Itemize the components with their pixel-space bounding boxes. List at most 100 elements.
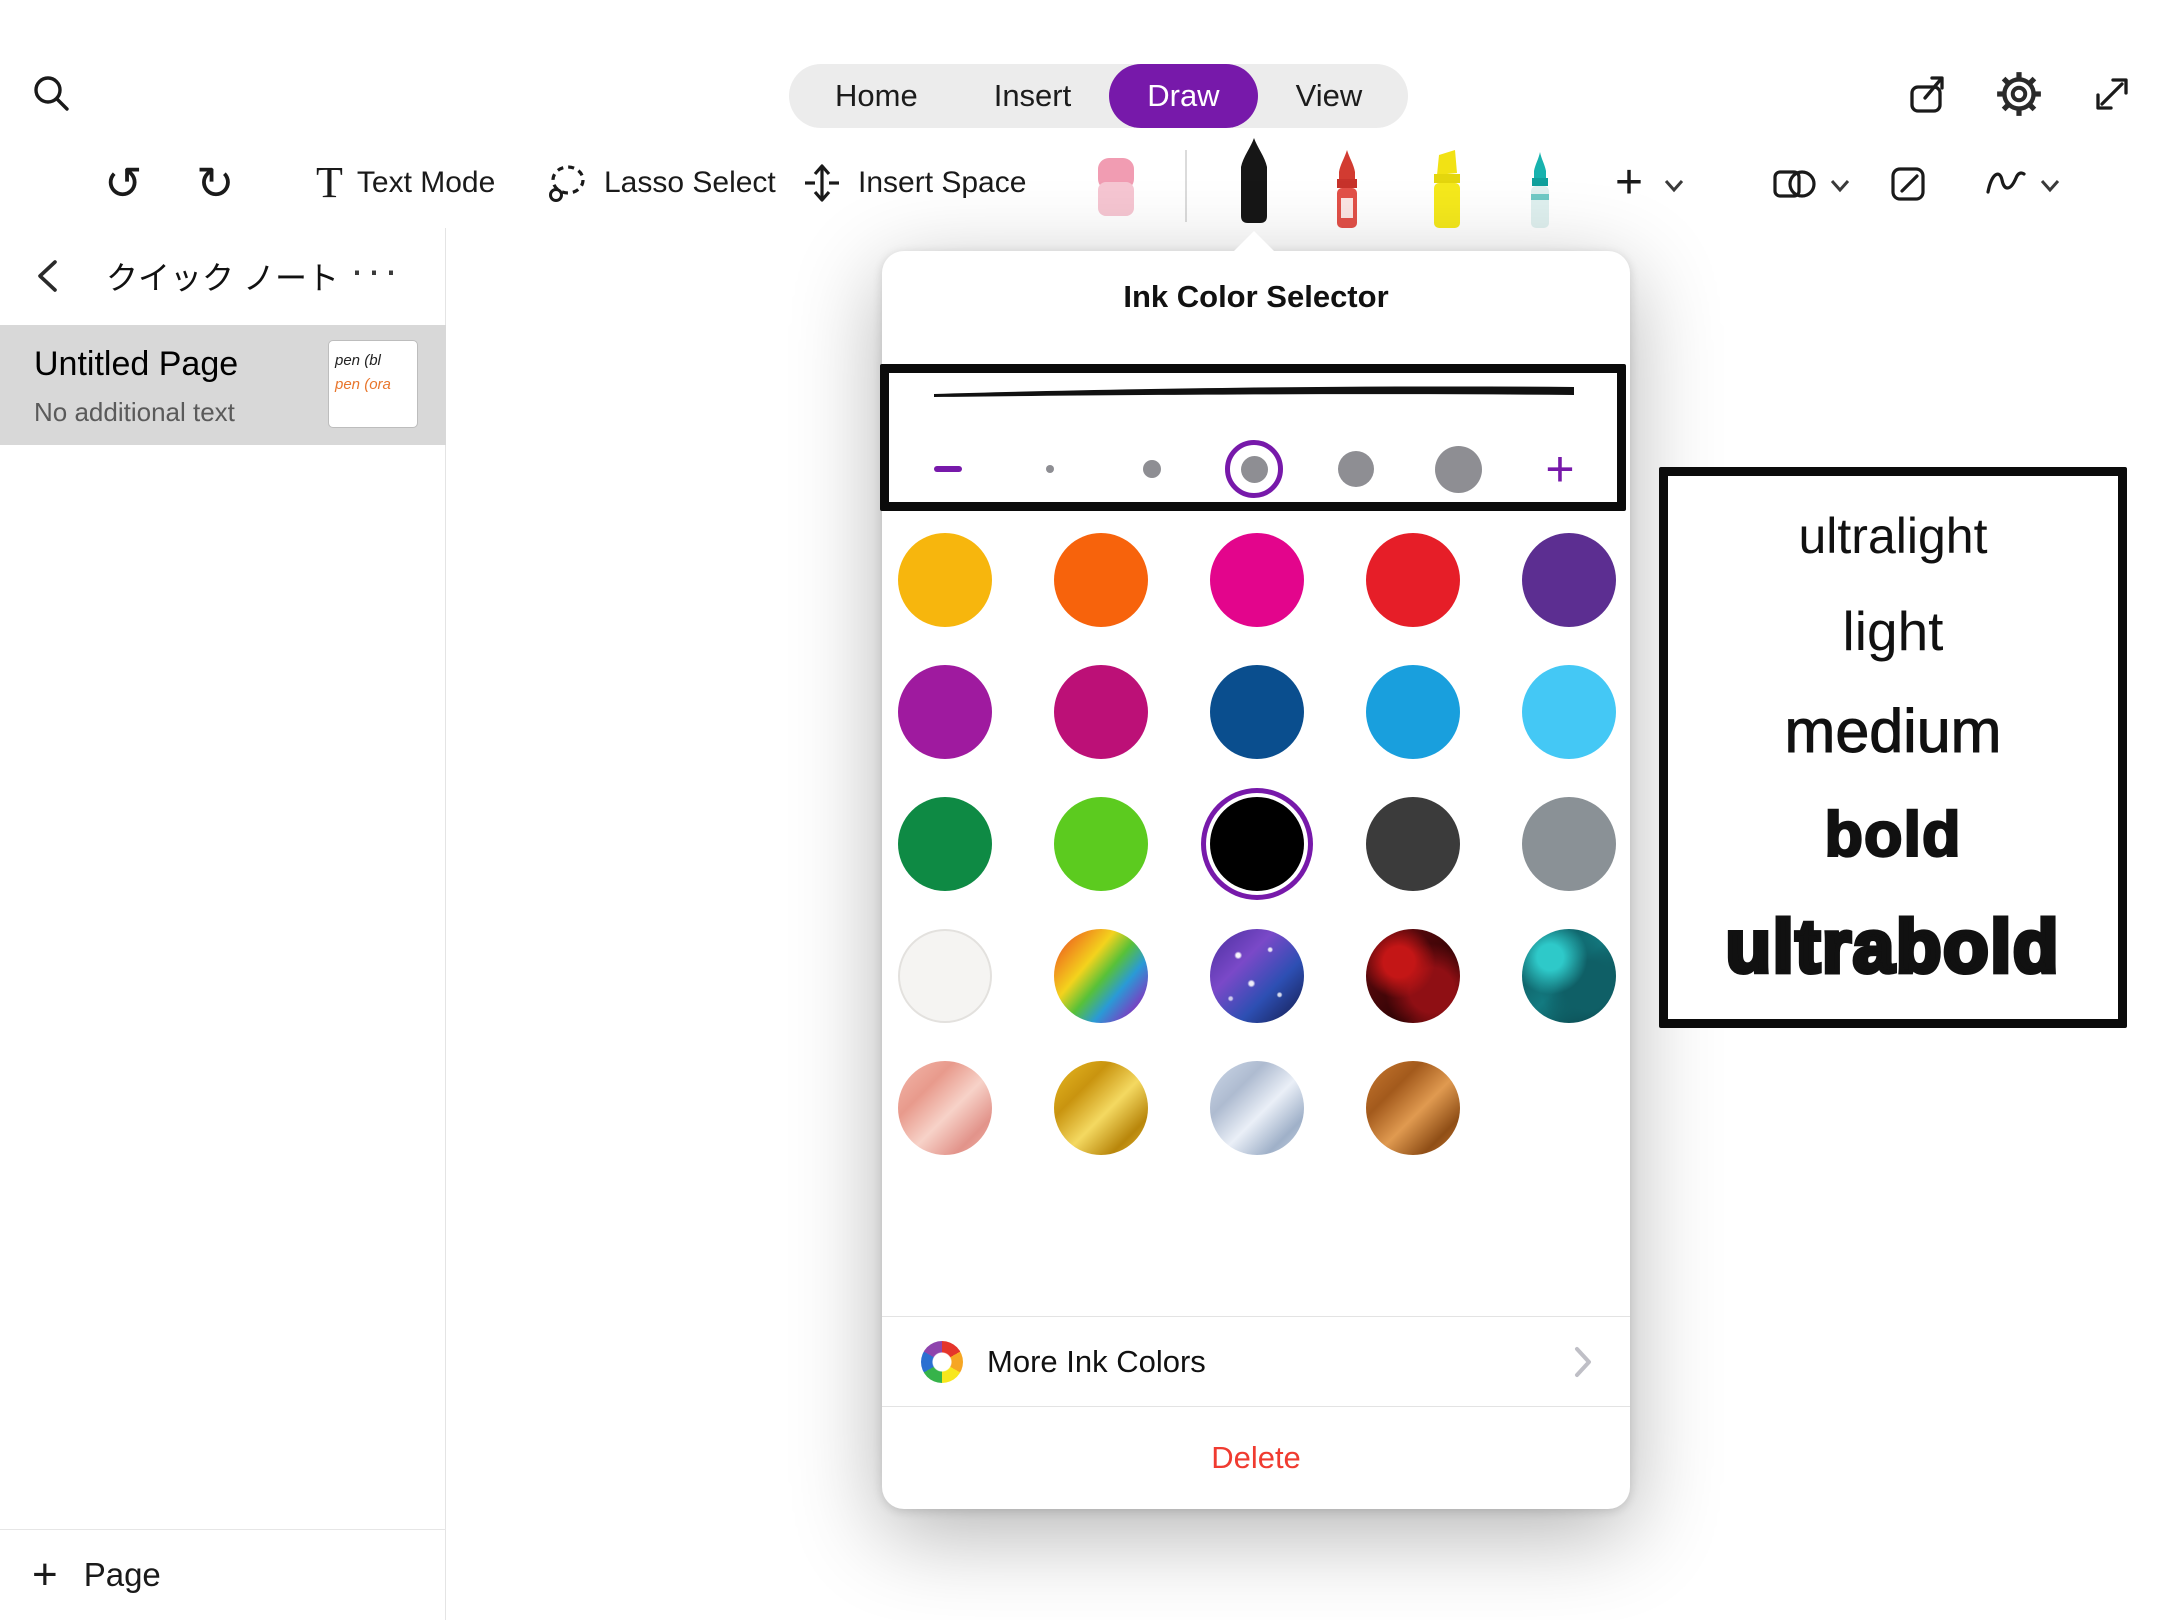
color-swatch-red[interactable] [1366, 533, 1460, 627]
page-list-item[interactable]: Untitled Page No additional text pen (bl… [0, 325, 446, 445]
size-dot-circle [1338, 451, 1374, 487]
color-swatch-rainbow-glitter[interactable] [1054, 929, 1148, 1023]
popover-title: Ink Color Selector [882, 279, 1630, 315]
size-dot-3[interactable] [1326, 439, 1386, 499]
eraser-tool[interactable] [1088, 152, 1144, 236]
color-swatch-plum[interactable] [898, 665, 992, 759]
insert-space-button[interactable]: Insert Space [800, 156, 1026, 210]
size-dot-circle [1143, 460, 1161, 478]
size-dot-1[interactable] [1122, 439, 1182, 499]
black-pen-tool[interactable] [1226, 136, 1282, 220]
more-ink-colors-row[interactable]: More Ink Colors [882, 1316, 1630, 1407]
size-dot-4[interactable] [1428, 439, 1488, 499]
tab-draw[interactable]: Draw [1109, 64, 1257, 128]
redo-button[interactable]: ↻ [196, 156, 235, 210]
weight-sample-light: light [1843, 604, 1944, 659]
undo-button[interactable]: ↺ [104, 156, 143, 210]
add-pen-icon: + [1615, 159, 1643, 207]
page-subtitle: No additional text [34, 397, 235, 428]
red-pen-tool[interactable] [1319, 146, 1375, 230]
search-button[interactable] [26, 68, 78, 120]
color-grid [898, 533, 1616, 1155]
color-swatch-teal-mineral[interactable] [1522, 929, 1616, 1023]
lasso-select-button[interactable]: Lasso Select [544, 156, 776, 210]
fullscreen-icon [2088, 70, 2136, 118]
color-swatch-gold[interactable] [1054, 1061, 1148, 1155]
share-button[interactable] [1901, 68, 1953, 120]
size-dot-2[interactable] [1224, 439, 1284, 499]
color-swatch-rose-gold[interactable] [898, 1061, 992, 1155]
color-swatch-gold-yellow[interactable] [898, 533, 992, 627]
eraser-icon [1088, 152, 1144, 226]
thumbnail-ink-line-2: pen (ora [335, 373, 411, 397]
shapes-chevron-icon[interactable] [1828, 178, 1852, 194]
ribbon-tab-bar: Home Insert Draw View [789, 64, 1408, 128]
plus-icon: + [32, 1553, 58, 1597]
page-title: Untitled Page [34, 345, 238, 384]
color-swatch-magenta[interactable] [1054, 665, 1148, 759]
lasso-select-label: Lasso Select [604, 166, 776, 200]
yellow-highlighter-tool[interactable] [1419, 146, 1475, 230]
decrease-thickness-button[interactable] [918, 439, 978, 499]
color-swatch-black[interactable] [1210, 797, 1304, 891]
insert-space-icon [800, 161, 844, 205]
delete-label: Delete [1211, 1440, 1301, 1476]
text-mode-label: Text Mode [357, 166, 495, 200]
color-swatch-sky-blue[interactable] [1522, 665, 1616, 759]
color-swatch-pink[interactable] [1210, 533, 1304, 627]
color-swatch-light-green[interactable] [1054, 797, 1148, 891]
search-icon [29, 71, 75, 117]
color-swatch-green[interactable] [898, 797, 992, 891]
weight-sample-ultralight: ultralight [1799, 511, 1988, 561]
color-swatch-bronze[interactable] [1366, 1061, 1460, 1155]
ink-replay-button[interactable] [1980, 158, 2032, 210]
tab-home[interactable]: Home [797, 64, 956, 128]
color-swatch-blue[interactable] [1366, 665, 1460, 759]
more-ink-colors-label: More Ink Colors [987, 1344, 1206, 1380]
color-swatch-dark-purple[interactable] [1522, 533, 1616, 627]
settings-gear-icon [1994, 69, 2044, 119]
chevron-right-icon [1572, 1344, 1594, 1380]
page-thumbnail: pen (bl pen (ora [328, 340, 418, 428]
fullscreen-button[interactable] [2086, 68, 2138, 120]
color-wheel-icon [921, 1341, 963, 1383]
stroke-weight-samples-box: ultralightlightmediumboldultrabold [1659, 467, 2127, 1028]
more-options-button[interactable]: ··· [350, 246, 401, 294]
black-pen-icon [1226, 136, 1282, 228]
selected-size-ring [1225, 440, 1283, 498]
text-mode-button[interactable]: T Text Mode [316, 156, 495, 210]
color-swatch-dark-gray[interactable] [1366, 797, 1460, 891]
tab-insert[interactable]: Insert [956, 64, 1110, 128]
toolbar-divider [1185, 150, 1187, 222]
add-page-label: Page [84, 1556, 161, 1594]
delete-pen-button[interactable]: Delete [882, 1407, 1630, 1509]
ink-note-icon [1886, 160, 1934, 208]
teal-pen-tool[interactable] [1512, 146, 1568, 230]
thickness-size-row: + [918, 433, 1590, 505]
color-swatch-orange[interactable] [1054, 533, 1148, 627]
thumbnail-ink-line-1: pen (bl [335, 349, 411, 373]
color-swatch-white[interactable] [898, 929, 992, 1023]
color-swatch-gray[interactable] [1522, 797, 1616, 891]
red-pen-icon [1319, 146, 1375, 230]
shapes-button[interactable] [1768, 158, 1820, 210]
add-pen-chevron-icon[interactable] [1662, 178, 1686, 194]
size-dot-circle [1046, 465, 1054, 473]
settings-button[interactable] [1993, 68, 2045, 120]
tab-view[interactable]: View [1258, 64, 1401, 128]
add-pen-button[interactable]: + [1604, 158, 1654, 208]
text-mode-icon: T [316, 161, 343, 205]
ink-note-button[interactable] [1884, 158, 1936, 210]
teal-pen-icon [1512, 146, 1568, 230]
size-dot-0[interactable] [1020, 439, 1080, 499]
color-swatch-galaxy[interactable] [1210, 929, 1304, 1023]
color-swatch-dark-red-mineral[interactable] [1366, 929, 1460, 1023]
color-swatch-dark-blue[interactable] [1210, 665, 1304, 759]
increase-thickness-button[interactable]: + [1530, 439, 1590, 499]
color-swatch-silver[interactable] [1210, 1061, 1304, 1155]
share-icon [1903, 70, 1951, 118]
add-page-button[interactable]: + Page [0, 1529, 446, 1620]
ink-replay-chevron-icon[interactable] [2038, 178, 2062, 194]
weight-sample-medium: medium [1785, 701, 2002, 762]
insert-space-label: Insert Space [858, 166, 1026, 200]
